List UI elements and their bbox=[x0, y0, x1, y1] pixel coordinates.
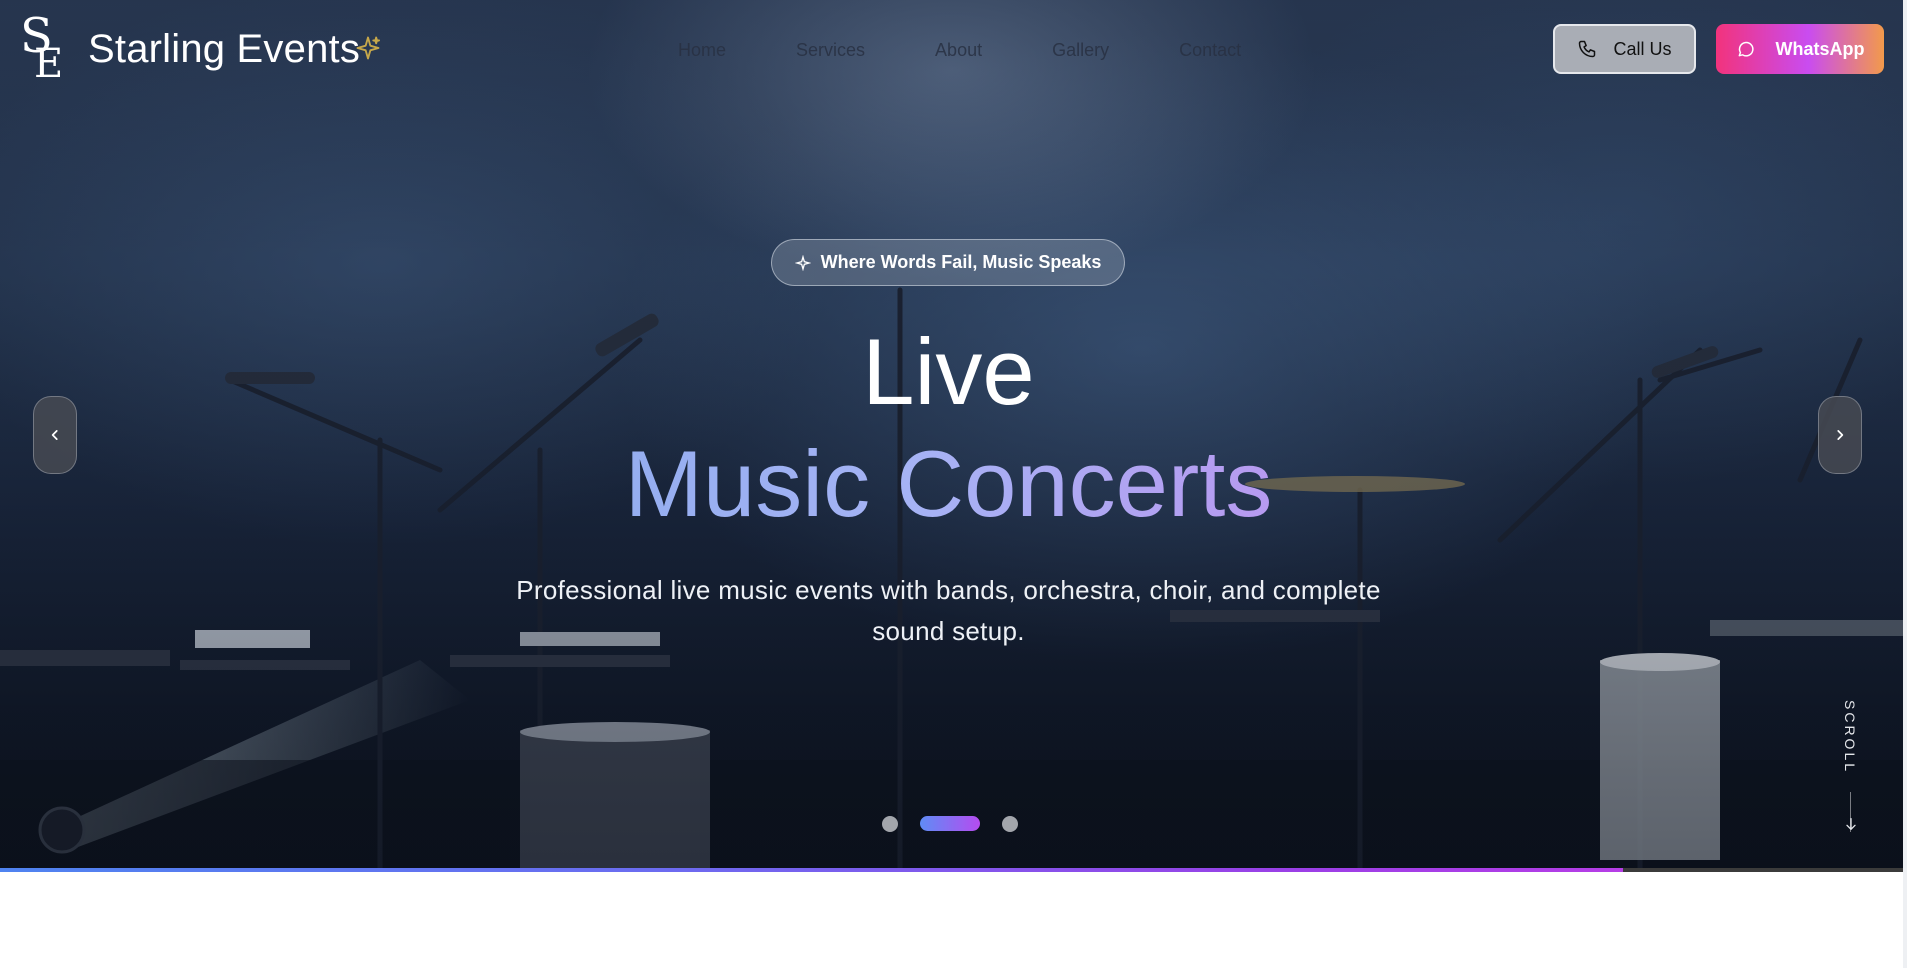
call-us-button[interactable]: Call Us bbox=[1553, 24, 1696, 74]
chat-bubble-icon bbox=[1738, 41, 1754, 57]
slide-dot-active[interactable] bbox=[920, 816, 980, 831]
music-note-icon bbox=[794, 254, 811, 271]
slide-dot[interactable] bbox=[882, 816, 898, 832]
slide-progress-track bbox=[0, 868, 1903, 872]
sparkle-icon bbox=[356, 36, 381, 60]
nav-contact[interactable]: Contact bbox=[1179, 38, 1241, 62]
nav-services[interactable]: Services bbox=[796, 38, 865, 62]
hero-title-line1: Live bbox=[862, 319, 1035, 424]
page: S E Starling Events Home Services About … bbox=[0, 0, 1907, 968]
tagline-text: Where Words Fail, Music Speaks bbox=[820, 252, 1102, 272]
site-header: S E Starling Events Home Services About … bbox=[0, 0, 1907, 100]
arrow-down-icon bbox=[1846, 818, 1856, 830]
whatsapp-label: WhatsApp bbox=[1775, 38, 1865, 59]
nav-home[interactable]: Home bbox=[678, 38, 726, 62]
nav-gallery[interactable]: Gallery bbox=[1052, 38, 1109, 62]
hero-title-line2: Music Concerts bbox=[0, 434, 1897, 534]
logo-letter-e: E bbox=[34, 41, 64, 87]
hero-subtitle: Professional live music events with band… bbox=[516, 575, 1381, 646]
slide-dot[interactable] bbox=[1002, 816, 1018, 832]
chevron-right-icon bbox=[1837, 430, 1844, 440]
page-scrollbar[interactable] bbox=[1903, 0, 1907, 968]
main-nav: Home Services About Gallery Contact bbox=[678, 38, 1241, 62]
tagline-badge: Where Words Fail, Music Speaks bbox=[771, 239, 1125, 286]
slide-progress-fill bbox=[0, 868, 1624, 872]
logo[interactable]: S E bbox=[20, 12, 64, 87]
hero-title-gradient-text: Music Concerts bbox=[624, 431, 1273, 536]
scroll-label: SCROLL bbox=[1842, 700, 1858, 775]
brand-name[interactable]: Starling Events bbox=[88, 26, 360, 72]
scroll-indicator[interactable]: SCROLL bbox=[1836, 700, 1866, 840]
phone-icon bbox=[1579, 40, 1596, 58]
call-us-label: Call Us bbox=[1613, 38, 1672, 59]
whatsapp-button[interactable]: WhatsApp bbox=[1716, 24, 1884, 74]
nav-about[interactable]: About bbox=[935, 38, 982, 62]
chevron-left-icon bbox=[51, 430, 58, 440]
previous-slide-button[interactable] bbox=[33, 396, 77, 474]
next-slide-button[interactable] bbox=[1818, 396, 1862, 474]
